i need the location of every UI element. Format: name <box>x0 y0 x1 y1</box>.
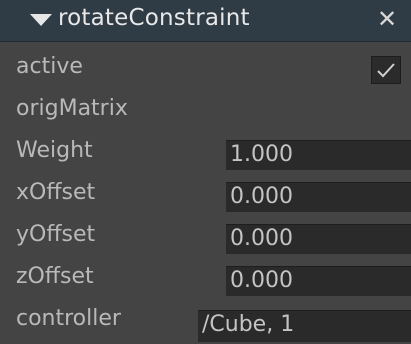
close-icon[interactable]: ✕ <box>373 4 401 34</box>
weight-field[interactable]: 1.000 <box>226 140 411 170</box>
controller-field[interactable]: /Cube, 1 <box>198 310 411 342</box>
attr-label-zoffset: zOffset <box>16 264 94 289</box>
attr-label-origmatrix: origMatrix <box>16 96 128 121</box>
weight-value: 1.000 <box>230 142 293 167</box>
panel-header[interactable]: rotateConstraint ✕ <box>0 0 411 42</box>
active-checkbox[interactable] <box>371 56 401 84</box>
zoffset-value: 0.000 <box>230 268 293 293</box>
triangle-down-icon[interactable] <box>30 14 52 26</box>
attr-row-weight: Weight 1.000 <box>0 133 411 175</box>
attr-row-active: active <box>0 49 411 91</box>
attr-label-yoffset: yOffset <box>16 222 96 247</box>
attr-label-weight: Weight <box>16 138 93 163</box>
attr-row-yoffset: yOffset 0.000 <box>0 217 411 259</box>
attr-row-zoffset: zOffset 0.000 <box>0 259 411 301</box>
attribute-panel: rotateConstraint ✕ active origMatrix Wei… <box>0 0 411 344</box>
xoffset-value: 0.000 <box>230 184 293 209</box>
attr-label-controller: controller <box>16 306 121 331</box>
attr-row-origmatrix: origMatrix <box>0 91 411 133</box>
zoffset-field[interactable]: 0.000 <box>226 266 411 296</box>
attr-label-active: active <box>16 54 83 79</box>
attr-label-xoffset: xOffset <box>16 180 96 205</box>
xoffset-field[interactable]: 0.000 <box>226 182 411 212</box>
panel-title: rotateConstraint <box>58 5 250 31</box>
attr-row-xoffset: xOffset 0.000 <box>0 175 411 217</box>
yoffset-field[interactable]: 0.000 <box>226 224 411 254</box>
attr-row-controller: controller /Cube, 1 <box>0 301 411 343</box>
controller-value: /Cube, 1 <box>202 312 295 337</box>
yoffset-value: 0.000 <box>230 226 293 251</box>
checkmark-icon <box>377 63 395 78</box>
